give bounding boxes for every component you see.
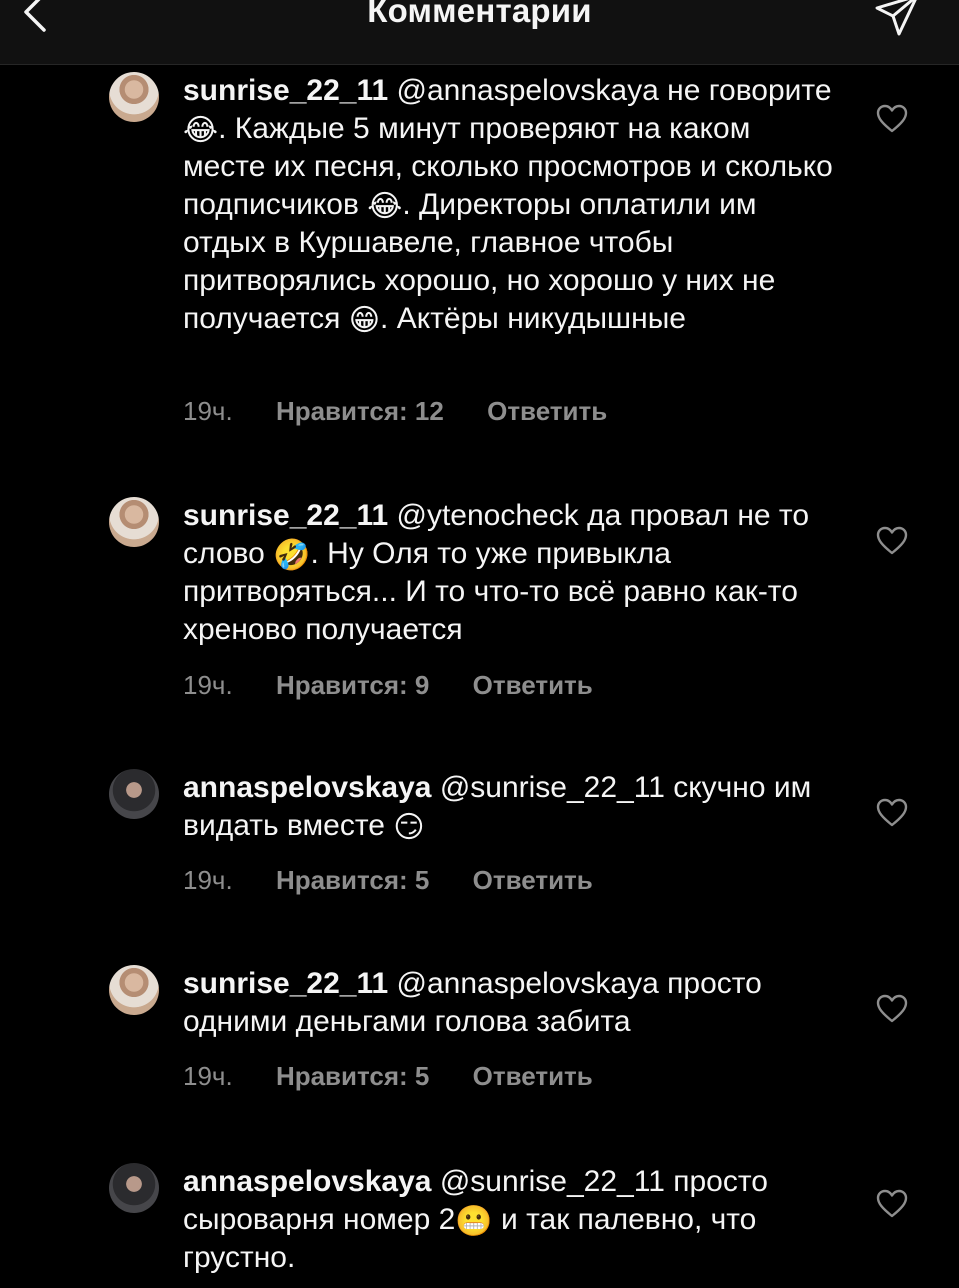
mention-link[interactable]: @sunrise_22_11 <box>440 771 665 804</box>
comment-time: 19ч. <box>183 865 233 895</box>
avatar[interactable] <box>109 497 159 547</box>
mention-link[interactable]: @ytenocheck <box>397 499 579 532</box>
comment-username[interactable]: sunrise_22_11 <box>183 74 388 107</box>
comment-username[interactable]: sunrise_22_11 <box>183 499 388 532</box>
mention-link[interactable]: @sunrise_22_11 <box>440 1165 665 1198</box>
like-button[interactable] <box>876 798 908 828</box>
comment-username[interactable]: sunrise_22_11 <box>183 967 388 1000</box>
comment-username[interactable]: annaspelovskaya <box>183 771 431 804</box>
tears-of-joy-emoji: 😂 <box>367 189 403 224</box>
tears-of-joy-emoji: 😂 <box>183 113 219 148</box>
grinning-emoji: 😁 <box>348 303 381 338</box>
comment-time: 19ч. <box>183 670 233 700</box>
comment-text: sunrise_22_11 @annaspelovskaya просто од… <box>183 967 762 1038</box>
reply-button[interactable]: Ответить <box>487 396 607 426</box>
comment-meta: 19ч. Нравится: 9 Ответить <box>183 670 629 701</box>
avatar[interactable] <box>109 72 159 122</box>
comment-time: 19ч. <box>183 1061 233 1091</box>
heart-icon <box>876 798 908 827</box>
avatar[interactable] <box>109 1163 159 1213</box>
heart-icon <box>876 104 908 133</box>
reply-button[interactable]: Ответить <box>473 670 593 700</box>
comment-meta: 19ч. Нравится: 5 Ответить <box>183 865 629 896</box>
comment-username[interactable]: annaspelovskaya <box>183 1165 431 1198</box>
heart-icon <box>876 1189 908 1218</box>
mention-link[interactable]: @annaspelovskaya <box>397 967 659 1000</box>
comment-time: 19ч. <box>183 396 233 426</box>
heart-icon <box>876 994 908 1023</box>
heart-icon <box>876 526 908 555</box>
grimacing-emoji: 😬 <box>455 1204 493 1239</box>
avatar[interactable] <box>109 965 159 1015</box>
reply-button[interactable]: Ответить <box>473 865 593 895</box>
like-button[interactable] <box>876 1189 908 1219</box>
mention-link[interactable]: @annaspelovskaya <box>397 74 659 107</box>
comment-text: annaspelovskaya @sunrise_22_11 просто сы… <box>183 1165 768 1274</box>
avatar[interactable] <box>109 769 159 819</box>
comment-meta: 19ч. Нравится: 5 Ответить <box>183 1061 629 1092</box>
reply-button[interactable]: Ответить <box>473 1061 593 1091</box>
comment-text: annaspelovskaya @sunrise_22_11 скучно им… <box>183 771 812 845</box>
top-bar: Комментарии <box>0 0 959 65</box>
send-button[interactable] <box>873 0 919 40</box>
page-title: Комментарии <box>367 0 592 29</box>
like-button[interactable] <box>876 994 908 1024</box>
rofl-emoji: 🤣 <box>273 538 311 573</box>
send-icon <box>875 0 917 36</box>
likes-count[interactable]: Нравится: 5 <box>276 1061 429 1091</box>
likes-count[interactable]: Нравится: 5 <box>276 865 429 895</box>
comment-meta: 19ч. Нравится: 12 Ответить <box>183 396 643 427</box>
likes-count[interactable]: Нравится: 9 <box>276 670 429 700</box>
likes-count[interactable]: Нравится: 12 <box>276 396 444 426</box>
comment-text: sunrise_22_11 @ytenocheck да провал не т… <box>183 499 810 646</box>
smirking-emoji: 😏 <box>393 810 425 845</box>
comment-text: sunrise_22_11 @annaspelovskaya не говори… <box>183 74 833 338</box>
like-button[interactable] <box>876 526 908 556</box>
like-button[interactable] <box>876 104 908 134</box>
